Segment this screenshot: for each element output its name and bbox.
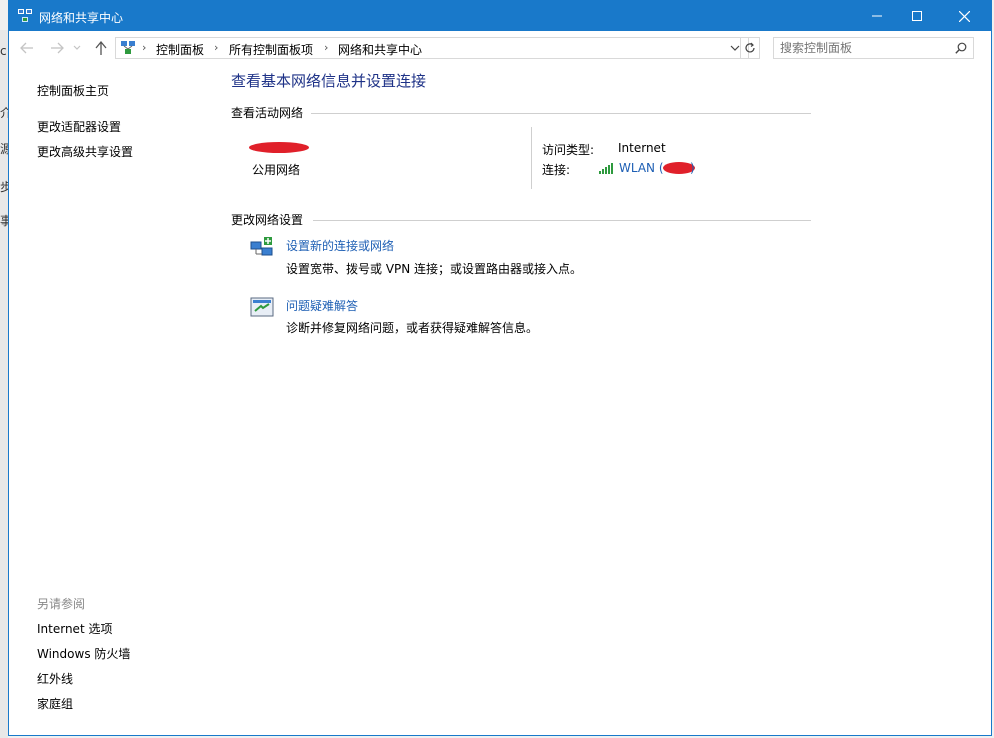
navigation-bar: › 控制面板 › 所有控制面板项 › 网络和共享中心 <box>9 31 991 65</box>
setup-new-connection-desc: 设置宽带、拨号或 VPN 连接；或设置路由器或接入点。 <box>286 262 583 276</box>
sidebar-change-adapter-settings[interactable]: 更改适配器设置 <box>37 118 121 135</box>
background-fragment: c <box>0 44 7 58</box>
sidebar-control-panel-home[interactable]: 控制面板主页 <box>37 82 109 99</box>
active-networks-heading: 查看活动网络 <box>231 106 304 120</box>
breadcrumb-separator-icon: › <box>324 41 329 54</box>
section-divider <box>311 113 811 114</box>
title-bar[interactable]: 网络和共享中心 <box>9 1 991 31</box>
troubleshoot-link[interactable]: 问题疑难解答 <box>286 297 358 314</box>
troubleshoot-desc: 诊断并修复网络问题，或者获得疑难解答信息。 <box>286 321 539 335</box>
vertical-divider <box>531 127 532 189</box>
page-title: 查看基本网络信息并设置连接 <box>231 72 427 90</box>
section-divider <box>313 220 811 221</box>
wifi-signal-icon <box>599 163 613 174</box>
see-also-windows-firewall[interactable]: Windows 防火墙 <box>37 645 130 662</box>
chevron-down-icon <box>73 45 81 50</box>
setup-new-connection-link[interactable]: 设置新的连接或网络 <box>286 237 394 254</box>
breadcrumb-network-center[interactable]: 网络和共享中心 <box>338 41 422 58</box>
close-button[interactable] <box>941 1 987 31</box>
access-type-label: 访问类型: <box>542 143 595 157</box>
redacted-network-name <box>249 142 309 153</box>
maximize-icon <box>912 11 922 21</box>
recent-locations-button[interactable] <box>72 40 82 56</box>
close-icon <box>958 10 970 22</box>
refresh-button[interactable] <box>740 37 760 59</box>
minimize-icon <box>872 15 882 17</box>
breadcrumb-separator-icon: › <box>214 41 219 54</box>
wlan-close-paren: ) <box>690 161 695 175</box>
change-network-settings-heading: 更改网络设置 <box>231 213 304 227</box>
connection-label: 连接: <box>542 163 571 177</box>
up-arrow-icon <box>95 41 107 55</box>
maximize-button[interactable] <box>894 1 940 31</box>
network-icon <box>18 9 32 22</box>
breadcrumb-separator-icon: › <box>142 41 147 54</box>
refresh-icon <box>745 42 755 53</box>
network-sharing-center-window: 网络和共享中心 › 控制面板 › 所有控制面板项 › 网络和共享中心 搜索控制面… <box>8 0 992 736</box>
network-type-link[interactable]: 公用网络 <box>252 161 300 178</box>
new-connection-icon <box>250 237 273 256</box>
sidebar-change-advanced-sharing[interactable]: 更改高级共享设置 <box>37 143 133 160</box>
see-also-internet-options[interactable]: Internet 选项 <box>37 620 112 637</box>
search-icon[interactable] <box>955 42 967 54</box>
breadcrumb-all-items[interactable]: 所有控制面板项 <box>229 41 313 58</box>
see-also-infrared[interactable]: 红外线 <box>37 670 73 687</box>
breadcrumb-control-panel[interactable]: 控制面板 <box>156 41 204 58</box>
search-box[interactable] <box>773 37 974 59</box>
window-title: 网络和共享中心 <box>39 11 124 25</box>
back-arrow-icon <box>20 42 33 54</box>
control-panel-icon <box>121 41 135 54</box>
up-button[interactable] <box>93 40 109 56</box>
back-button[interactable] <box>19 40 35 56</box>
forward-button[interactable] <box>49 40 65 56</box>
chevron-down-icon[interactable] <box>730 45 740 52</box>
troubleshoot-icon <box>250 297 274 317</box>
wlan-connection-link[interactable]: WLAN ( <box>619 161 664 175</box>
see-also-homegroup[interactable]: 家庭组 <box>37 695 73 712</box>
forward-arrow-icon <box>51 42 64 54</box>
see-also-heading: 另请参阅 <box>37 597 86 611</box>
search-input[interactable] <box>780 40 950 56</box>
background-window-strip: c 介 源 步 事 <box>0 30 12 738</box>
wlan-connection-name: WLAN <box>619 161 656 175</box>
address-bar[interactable]: › 控制面板 › 所有控制面板项 › 网络和共享中心 <box>115 37 749 59</box>
access-type-value: Internet <box>618 141 666 155</box>
